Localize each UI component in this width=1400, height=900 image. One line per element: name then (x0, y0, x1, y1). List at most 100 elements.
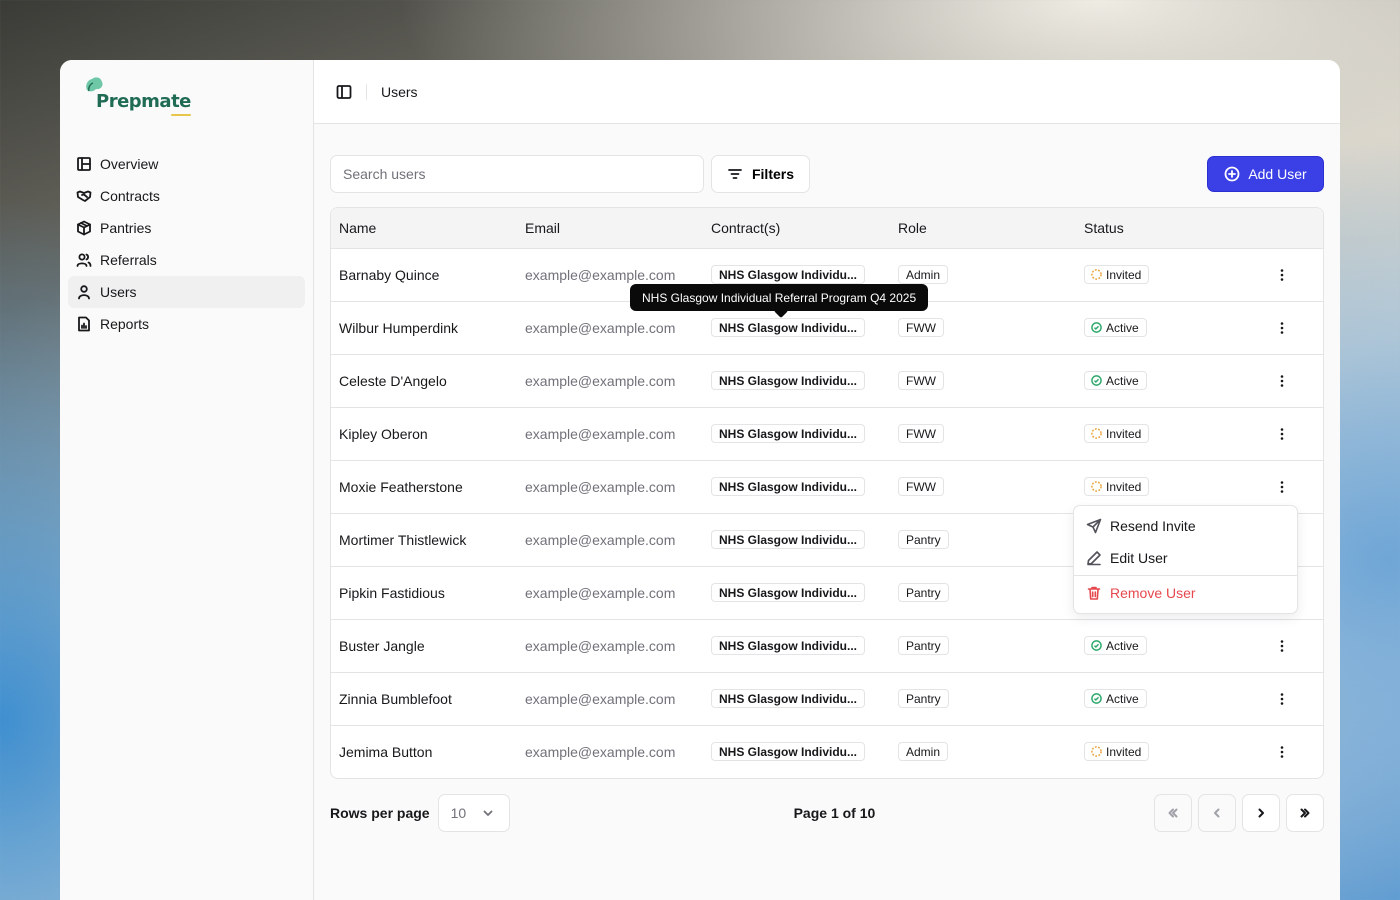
first-page-button[interactable] (1154, 794, 1192, 832)
cell-role: Pantry (890, 619, 1076, 672)
pagination-bar: Rows per page 10 Page 1 of 10 (330, 794, 1324, 832)
status-badge: Active (1084, 371, 1147, 390)
status-badge: Invited (1084, 477, 1150, 496)
contract-badge[interactable]: NHS Glasgow Individu... (711, 583, 866, 602)
sidebar-item-pantries[interactable]: Pantries (68, 212, 305, 244)
status-label: Invited (1106, 426, 1142, 441)
menu-item-resend-invite[interactable]: Resend Invite (1078, 510, 1293, 542)
sidebar-toggle-icon[interactable] (336, 84, 352, 100)
status-label: Active (1106, 691, 1139, 706)
contract-badge[interactable]: NHS Glasgow Individu... (711, 636, 866, 655)
row-actions-button[interactable] (1270, 475, 1294, 499)
menu-item-label: Remove User (1110, 585, 1196, 601)
table-row[interactable]: Kipley Oberon example@example.com NHS Glas… (331, 407, 1323, 460)
sidebar-item-reports[interactable]: Reports (68, 308, 305, 340)
users-table: Name Email Contract(s) Role Status Barna… (330, 207, 1324, 779)
table-row[interactable]: Jemima Button example@example.com NHS Glas… (331, 725, 1323, 778)
cell-role: FWW (890, 407, 1076, 460)
cell-name: Mortimer Thistlewick (339, 531, 467, 548)
cell-actions (1262, 672, 1323, 725)
cell-email: example@example.com (525, 584, 676, 601)
table-row[interactable]: Buster Jangle example@example.com NHS Glas… (331, 619, 1323, 672)
sidebar-item-users[interactable]: Users (68, 276, 305, 308)
cell-name: Jemima Button (339, 743, 433, 760)
cell-role: Admin (890, 725, 1076, 778)
contract-badge[interactable]: NHS Glasgow Individu... (711, 318, 866, 337)
handshake-icon (76, 190, 92, 202)
menu-divider (1074, 575, 1297, 576)
cell-contract: NHS Glasgow Individu... (703, 407, 890, 460)
breadcrumb: Users (381, 83, 418, 100)
sidebar-item-label: Users (100, 284, 137, 300)
more-vertical-icon (1280, 480, 1284, 493)
status-label: Active (1106, 373, 1139, 388)
contract-badge[interactable]: NHS Glasgow Individu... (711, 530, 866, 549)
cell-status: Invited (1076, 407, 1262, 460)
cell-contract: NHS Glasgow Individu... (703, 672, 890, 725)
logo-text: Prepmate (96, 91, 191, 116)
sidebar-item-contracts[interactable]: Contracts (68, 180, 305, 212)
status-badge: Invited (1084, 424, 1150, 443)
sidebar-item-label: Pantries (100, 220, 152, 236)
cell-email: example@example.com (525, 531, 676, 548)
column-header-actions (1262, 208, 1323, 248)
cell-name: Pipkin Fastidious (339, 584, 445, 601)
last-page-button[interactable] (1286, 794, 1324, 832)
previous-page-button[interactable] (1198, 794, 1236, 832)
row-actions-button[interactable] (1270, 369, 1294, 393)
contract-badge[interactable]: NHS Glasgow Individu... (711, 371, 866, 390)
rows-per-page-value: 10 (450, 805, 467, 821)
chevron-down-icon (483, 810, 492, 816)
search-input[interactable] (330, 155, 704, 193)
row-actions-button[interactable] (1270, 634, 1294, 658)
contract-badge[interactable]: NHS Glasgow Individu... (711, 689, 866, 708)
cell-email: example@example.com (525, 372, 676, 389)
row-actions-button[interactable] (1270, 687, 1294, 711)
breadcrumb-divider (366, 83, 367, 100)
menu-item-edit-user[interactable]: Edit User (1078, 542, 1293, 574)
user-icon (78, 285, 90, 300)
column-header-role[interactable]: Role (890, 208, 1076, 248)
next-page-button[interactable] (1242, 794, 1280, 832)
column-header-status[interactable]: Status (1076, 208, 1262, 248)
sidebar-item-label: Overview (100, 156, 159, 172)
row-actions-button[interactable] (1270, 422, 1294, 446)
cell-actions (1262, 725, 1323, 778)
dashed-circle-icon (1091, 746, 1102, 758)
contract-badge[interactable]: NHS Glasgow Individu... (711, 424, 866, 443)
cell-role: Pantry (890, 513, 1076, 566)
table-row[interactable]: Zinnia Bumblefoot example@example.com NHS … (331, 672, 1323, 725)
column-header-contracts[interactable]: Contract(s) (703, 208, 890, 248)
status-badge: Invited (1084, 265, 1150, 284)
report-icon (78, 316, 90, 332)
add-user-button[interactable]: Add User (1207, 156, 1324, 192)
pagination-buttons (1154, 794, 1324, 832)
column-header-email[interactable]: Email (517, 208, 703, 248)
menu-item-remove-user[interactable]: Remove User (1078, 577, 1293, 609)
filters-button[interactable]: Filters (711, 155, 810, 193)
logo[interactable]: Prepmate (68, 76, 305, 116)
row-actions-button[interactable] (1270, 263, 1294, 287)
status-label: Invited (1106, 267, 1142, 282)
cell-status: Active (1076, 301, 1262, 354)
more-vertical-icon (1280, 374, 1284, 387)
column-header-name[interactable]: Name (331, 208, 517, 248)
status-label: Active (1106, 638, 1139, 653)
contract-badge[interactable]: NHS Glasgow Individu... (711, 477, 866, 496)
role-badge: Pantry (898, 636, 949, 655)
cell-name: Wilbur Humperdink (339, 319, 459, 336)
send-icon (1086, 518, 1102, 534)
sidebar-item-referrals[interactable]: Referrals (68, 244, 305, 276)
table-row[interactable]: Celeste D'Angelo example@example.com NHS G… (331, 354, 1323, 407)
menu-item-label: Resend Invite (1110, 518, 1196, 534)
rows-per-page-select[interactable]: 10 (437, 794, 510, 832)
cell-contract: NHS Glasgow Individu... (703, 566, 890, 619)
cell-contract: NHS Glasgow Individu... (703, 619, 890, 672)
contract-badge[interactable]: NHS Glasgow Individu... (711, 742, 866, 762)
row-actions-button[interactable] (1270, 740, 1294, 764)
row-actions-button[interactable] (1270, 316, 1294, 340)
role-badge: Pantry (898, 583, 949, 602)
sidebar-item-overview[interactable]: Overview (68, 148, 305, 180)
contract-tooltip: NHS Glasgow Individual Referral Program … (630, 284, 929, 311)
contract-badge[interactable]: NHS Glasgow Individu... (711, 265, 866, 284)
